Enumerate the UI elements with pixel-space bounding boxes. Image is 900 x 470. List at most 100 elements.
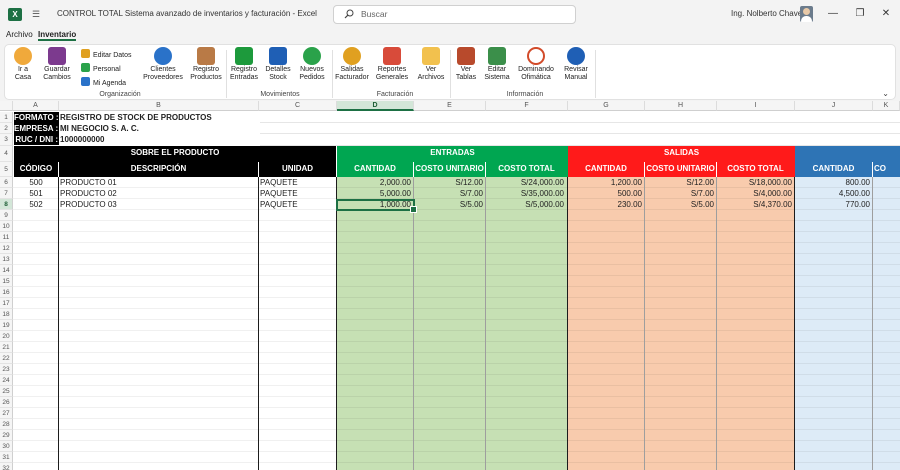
minimize-button[interactable]: — (826, 8, 840, 20)
row-header[interactable]: 16 (0, 287, 13, 298)
row-header[interactable]: 31 (0, 452, 13, 463)
tab-archivo[interactable]: Archivo (6, 30, 33, 39)
column-header[interactable]: A (13, 101, 59, 111)
cell-codigo[interactable]: 500 (14, 177, 58, 188)
column-header[interactable]: K (873, 101, 900, 111)
column-header[interactable]: I (717, 101, 795, 111)
cell-sal-ct[interactable]: S/18,000.00 (717, 177, 792, 188)
cell-sal-cu[interactable]: S/12.00 (645, 177, 714, 188)
column-header[interactable]: D (337, 101, 414, 111)
cell-unidad[interactable]: PAQUETE (260, 188, 336, 199)
row-header[interactable]: 18 (0, 309, 13, 320)
quick-access-menu-icon[interactable]: ☰ (32, 8, 44, 20)
cell-stock-cant[interactable]: 770.00 (795, 199, 870, 210)
cell-sal-ct[interactable]: S/4,370.00 (717, 199, 792, 210)
cell-sal-ct[interactable]: S/4,000.00 (717, 188, 792, 199)
cell-sal-cant[interactable]: 1,200.00 (568, 177, 642, 188)
select-all-corner[interactable] (0, 101, 13, 111)
registro-entradas-button[interactable]: Registro Entradas (228, 47, 260, 82)
cell-ent-ct[interactable]: S/35,000.00 (486, 188, 564, 199)
close-button[interactable]: ✕ (879, 8, 893, 20)
column-header[interactable]: C (259, 101, 337, 111)
nuevos-pedidos-button[interactable]: Nuevos Pedidos (297, 47, 327, 82)
row-header[interactable]: 9 (0, 210, 13, 221)
salidas-facturador-button[interactable]: Salidas Facturador (335, 47, 369, 82)
ver-archivos-button[interactable]: Ver Archivos (416, 47, 446, 82)
cell-codigo[interactable]: 501 (14, 188, 58, 199)
row-header[interactable]: 28 (0, 419, 13, 430)
column-header[interactable]: E (414, 101, 486, 111)
row-header[interactable]: 29 (0, 430, 13, 441)
row-header[interactable]: 30 (0, 441, 13, 452)
cell-descripcion[interactable]: PRODUCTO 02 (60, 188, 258, 199)
cell-ent-ct[interactable]: S/24,000.00 (486, 177, 564, 188)
column-header[interactable]: J (795, 101, 873, 111)
row-header[interactable]: 21 (0, 342, 13, 353)
registro-productos-button[interactable]: Registro Productos (189, 47, 223, 82)
row-header[interactable]: 15 (0, 276, 13, 287)
ver-tablas-button[interactable]: Ver Tablas (453, 47, 479, 82)
cell-unidad[interactable]: PAQUETE (260, 177, 336, 188)
user-avatar[interactable] (800, 6, 813, 22)
cell-ent-cu[interactable]: S/12.00 (414, 177, 483, 188)
column-header[interactable]: H (645, 101, 717, 111)
cell-codigo[interactable]: 502 (14, 199, 58, 210)
cell-sal-cant[interactable]: 230.00 (568, 199, 642, 210)
cell-unidad[interactable]: PAQUETE (260, 199, 336, 210)
row-header[interactable]: 22 (0, 353, 13, 364)
cell-ent-cu[interactable]: S/7.00 (414, 188, 483, 199)
row-header[interactable]: 2 (0, 123, 13, 134)
row-header[interactable]: 17 (0, 298, 13, 309)
mi-agenda-button[interactable]: Mi Agenda (81, 77, 126, 87)
spreadsheet[interactable]: A B C D E F G H I J K 1 2 3 4 5 6 7 8 9 10 11 12 13 1… (0, 101, 900, 470)
row-header[interactable]: 10 (0, 221, 13, 232)
cell-descripcion[interactable]: PRODUCTO 01 (60, 177, 258, 188)
row-header[interactable]: 11 (0, 232, 13, 243)
row-header[interactable]: 1 (0, 112, 13, 123)
cell-ent-ct[interactable]: S/5,000.00 (486, 199, 564, 210)
row-header[interactable]: 13 (0, 254, 13, 265)
editar-datos-button[interactable]: Editar Datos (81, 49, 132, 59)
row-header[interactable]: 27 (0, 408, 13, 419)
row-header[interactable]: 3 (0, 134, 13, 146)
column-header[interactable]: F (486, 101, 568, 111)
cell-sal-cu[interactable]: S/5.00 (645, 199, 714, 210)
row-header[interactable]: 7 (0, 188, 13, 199)
ruc-value[interactable]: 1000000000 (60, 134, 260, 145)
formato-value[interactable]: REGISTRO DE STOCK DE PRODUCTOS (60, 112, 260, 123)
cell-sal-cant[interactable]: 500.00 (568, 188, 642, 199)
row-header[interactable]: 25 (0, 386, 13, 397)
column-header[interactable]: G (568, 101, 645, 111)
row-header[interactable]: 14 (0, 265, 13, 276)
row-header[interactable]: 24 (0, 375, 13, 386)
row-header[interactable]: 20 (0, 331, 13, 342)
restore-button[interactable]: ❐ (853, 8, 867, 20)
clientes-proveedores-button[interactable]: Clientes Proveedores (143, 47, 183, 82)
search-box[interactable]: Buscar (333, 5, 576, 24)
cell-ent-cant[interactable]: 5,000.00 (337, 188, 411, 199)
row-header[interactable]: 4 (0, 146, 13, 162)
ir-a-casa-button[interactable]: Ir a Casa (11, 47, 35, 82)
row-header[interactable]: 19 (0, 320, 13, 331)
row-header[interactable]: 32 (0, 463, 13, 470)
dominando-ofimatica-button[interactable]: Dominando Ofimática (515, 47, 557, 82)
collapse-ribbon-icon[interactable]: ⌄ (882, 89, 889, 98)
row-header[interactable]: 26 (0, 397, 13, 408)
detalles-stock-button[interactable]: Detalles Stock (263, 47, 293, 82)
row-header[interactable]: 5 (0, 162, 13, 177)
empresa-value[interactable]: MI NEGOCIO S. A. C. (60, 123, 260, 134)
user-name[interactable]: Ing. Nolberto Chavez (731, 9, 806, 18)
cell-stock-cant[interactable]: 4,500.00 (795, 188, 870, 199)
row-header[interactable]: 6 (0, 177, 13, 188)
cell-descripcion[interactable]: PRODUCTO 03 (60, 199, 258, 210)
cell-sal-cu[interactable]: S/7.00 (645, 188, 714, 199)
active-cell-d8[interactable] (336, 199, 417, 213)
tab-inventario[interactable]: Inventario (38, 30, 77, 41)
cell-stock-cant[interactable]: 800.00 (795, 177, 870, 188)
row-header[interactable]: 23 (0, 364, 13, 375)
reportes-generales-button[interactable]: Reportes Generales (374, 47, 410, 82)
editar-sistema-button[interactable]: Editar Sistema (483, 47, 511, 82)
cell-ent-cant[interactable]: 2,000.00 (337, 177, 411, 188)
row-header[interactable]: 8 (0, 199, 13, 210)
guardar-cambios-button[interactable]: Guardar Cambios (41, 47, 73, 82)
